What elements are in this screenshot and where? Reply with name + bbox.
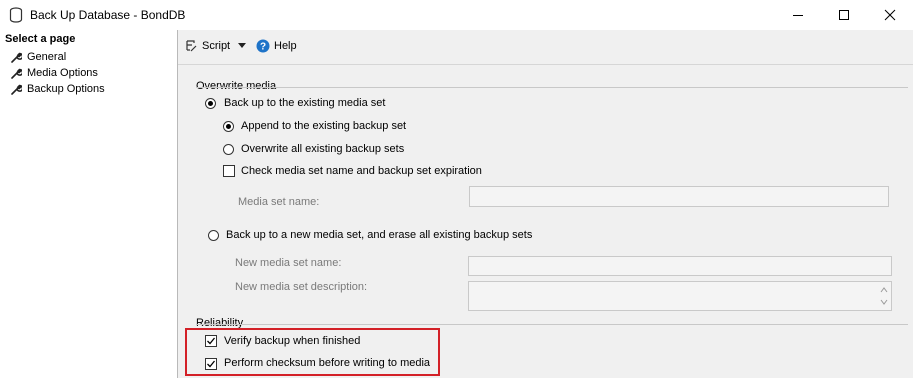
maximize-button[interactable] (821, 0, 867, 30)
new-media-set-name-label: New media set name: (235, 257, 342, 269)
database-icon (9, 7, 23, 26)
new-media-set-description-label: New media set description: (235, 281, 368, 293)
sidebar-item-label: Backup Options (27, 83, 105, 95)
check-icon (207, 360, 216, 368)
new-media-set-label: Back up to a new media set, and erase al… (226, 229, 533, 241)
chevron-down-icon[interactable] (238, 40, 247, 52)
perform-checksum-label: Perform checksum before writing to media (224, 357, 431, 369)
minimize-icon (793, 15, 803, 16)
script-button[interactable]: Script (184, 39, 247, 53)
options-content: Overwrite media Back up to the existing … (178, 65, 913, 378)
sidebar-header: Select a page (5, 33, 76, 45)
new-media-set-name-field[interactable] (468, 256, 892, 276)
toolbar: Script ? Help (178, 30, 913, 65)
script-label: Script (202, 40, 231, 52)
svg-text:?: ? (260, 42, 266, 53)
help-label: Help (274, 40, 297, 52)
sidebar-item-media-options[interactable]: Media Options (10, 65, 98, 81)
sidebar-item-backup-options[interactable]: Backup Options (10, 81, 105, 97)
window-title: Back Up Database - BondDB (30, 8, 186, 22)
help-icon: ? (256, 39, 270, 53)
existing-media-set-radio[interactable] (205, 98, 216, 109)
media-set-name-field[interactable] (469, 186, 889, 207)
section-divider (196, 87, 908, 88)
overwrite-all-label: Overwrite all existing backup sets (241, 143, 405, 155)
wrench-icon (10, 67, 22, 79)
scroll-arrows-icon[interactable] (880, 286, 888, 306)
sidebar-item-label: General (27, 51, 67, 63)
append-label: Append to the existing backup set (241, 120, 407, 132)
help-button[interactable]: ? Help (256, 39, 297, 53)
wrench-icon (10, 51, 22, 63)
existing-media-set-label: Back up to the existing media set (224, 97, 386, 109)
perform-checksum-checkbox[interactable] (205, 358, 217, 370)
sidebar-item-label: Media Options (27, 67, 98, 79)
verify-backup-checkbox[interactable] (205, 335, 217, 347)
append-radio[interactable] (223, 121, 234, 132)
check-media-name-label: Check media set name and backup set expi… (241, 165, 482, 177)
new-media-set-description-field[interactable] (468, 281, 892, 311)
close-icon (884, 9, 896, 21)
script-icon (184, 39, 198, 53)
wrench-icon (10, 83, 22, 95)
media-set-name-label: Media set name: (238, 196, 320, 208)
reliability-title: Reliability (196, 317, 244, 329)
section-divider (196, 324, 908, 325)
verify-backup-label: Verify backup when finished (224, 335, 361, 347)
minimize-button[interactable] (775, 0, 821, 30)
check-icon (207, 337, 216, 345)
close-button[interactable] (867, 0, 913, 30)
title-bar: Back Up Database - BondDB (0, 0, 913, 30)
sidebar-item-general[interactable]: General (10, 49, 66, 65)
new-media-set-radio[interactable] (208, 230, 219, 241)
page-selector-panel: Select a page General Media Options Back… (0, 30, 178, 378)
check-media-name-checkbox[interactable] (223, 165, 235, 177)
overwrite-all-radio[interactable] (223, 144, 234, 155)
overwrite-media-title: Overwrite media (196, 80, 277, 92)
maximize-icon (839, 10, 849, 20)
